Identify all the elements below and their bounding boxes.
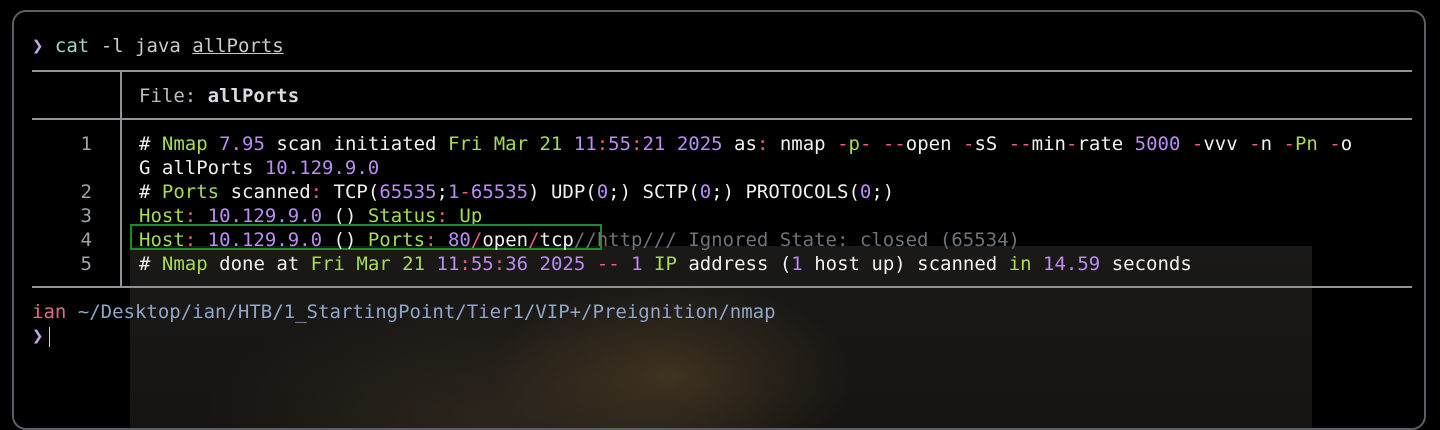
- command-args: -l java: [100, 35, 181, 57]
- shell-user: ian: [32, 301, 67, 323]
- line-number: 1: [80, 133, 92, 155]
- file-header-name: allPorts: [207, 85, 300, 107]
- line-number: 5: [80, 253, 92, 275]
- text-cursor[interactable]: [49, 326, 51, 347]
- terminal-window[interactable]: ❯ cat -l java allPorts File: allPorts 1 …: [12, 10, 1426, 430]
- file-header: File: allPorts: [139, 84, 299, 108]
- shell-prompt-symbol: ❯: [32, 325, 44, 347]
- frame-header-rule: [32, 118, 1412, 120]
- code-line-2: # Ports scanned: TCP(65535;1-65535) UDP(…: [139, 181, 895, 203]
- frame-gutter-divider: [120, 118, 122, 286]
- command-line: ❯ cat -l java allPorts: [32, 34, 284, 58]
- frame-header-divider: [120, 70, 122, 118]
- code-line-1: # Nmap 7.95 scan initiated Fri Mar 21 11…: [139, 133, 1353, 155]
- line-number: 3: [80, 205, 92, 227]
- code-line-4: Host: 10.129.9.0 () Ports: 80/open/tcp//…: [139, 229, 1020, 251]
- frame-top-rule: [32, 70, 1412, 72]
- code-line-1-wrap: G allPorts 10.129.9.0: [139, 157, 380, 179]
- command-name: cat: [54, 35, 90, 57]
- frame-bottom-rule: [32, 286, 1412, 288]
- shell-cwd: ~/Desktop/ian/HTB/1_StartingPoint/Tier1/…: [77, 301, 776, 323]
- prompt-symbol: ❯: [32, 35, 44, 57]
- shell-path-line: ian ~/Desktop/ian/HTB/1_StartingPoint/Ti…: [32, 300, 776, 324]
- command-file-arg[interactable]: allPorts: [192, 35, 284, 57]
- code-line-5: # Nmap done at Fri Mar 21 11:55:36 2025 …: [139, 253, 1192, 275]
- line-number: 4: [80, 229, 92, 251]
- file-header-label: File:: [139, 85, 197, 107]
- shell-input-line[interactable]: ❯: [32, 324, 51, 348]
- line-number: 2: [80, 181, 92, 203]
